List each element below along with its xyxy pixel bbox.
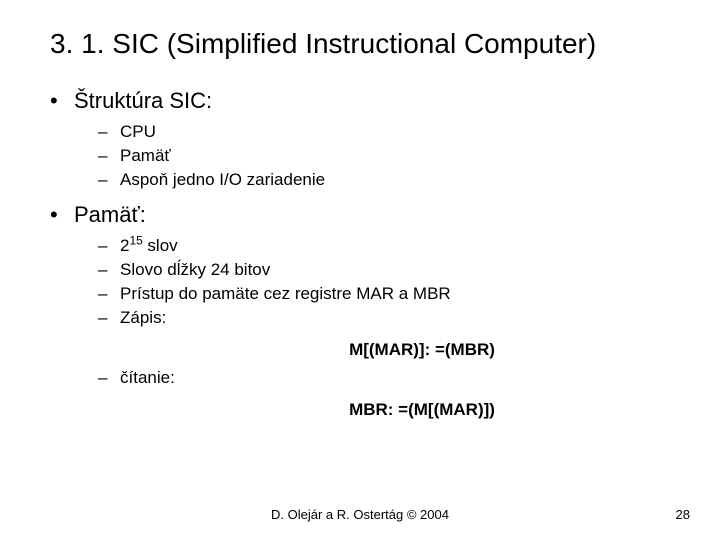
memory-sublist-2: čítanie:	[74, 368, 670, 388]
bullet-structure: Štruktúra SIC: CPU Pamäť Aspoň jedno I/O…	[50, 88, 670, 190]
sub-item-words: 215 slov	[98, 236, 670, 256]
page-number: 28	[676, 507, 690, 522]
formula-write: M[(MAR)]: =(MBR)	[74, 340, 670, 360]
bullet-memory-label: Pamäť:	[74, 202, 146, 227]
sub-item-read: čítanie:	[98, 368, 670, 388]
word-exp: 15	[129, 233, 142, 247]
bullet-memory: Pamäť: 215 slov Slovo dĺžky 24 bitov Prí…	[50, 202, 670, 420]
formula-read: MBR: =(M[(MAR)])	[74, 400, 670, 420]
sub-item: Pamäť	[98, 146, 670, 166]
slide: 3. 1. SIC (Simplified Instructional Comp…	[0, 0, 720, 540]
structure-sublist: CPU Pamäť Aspoň jedno I/O zariadenie	[74, 122, 670, 190]
footer-text: D. Olejár a R. Ostertág © 2004	[0, 507, 720, 522]
sub-item: Zápis:	[98, 308, 670, 328]
slide-title: 3. 1. SIC (Simplified Instructional Comp…	[50, 28, 670, 60]
sub-item: Prístup do pamäte cez registre MAR a MBR	[98, 284, 670, 304]
word-tail: slov	[143, 236, 178, 255]
sub-item: Slovo dĺžky 24 bitov	[98, 260, 670, 280]
bullet-structure-label: Štruktúra SIC:	[74, 88, 212, 113]
bullet-list: Štruktúra SIC: CPU Pamäť Aspoň jedno I/O…	[50, 88, 670, 420]
sub-item: CPU	[98, 122, 670, 142]
memory-sublist: 215 slov Slovo dĺžky 24 bitov Prístup do…	[74, 236, 670, 328]
sub-item: Aspoň jedno I/O zariadenie	[98, 170, 670, 190]
